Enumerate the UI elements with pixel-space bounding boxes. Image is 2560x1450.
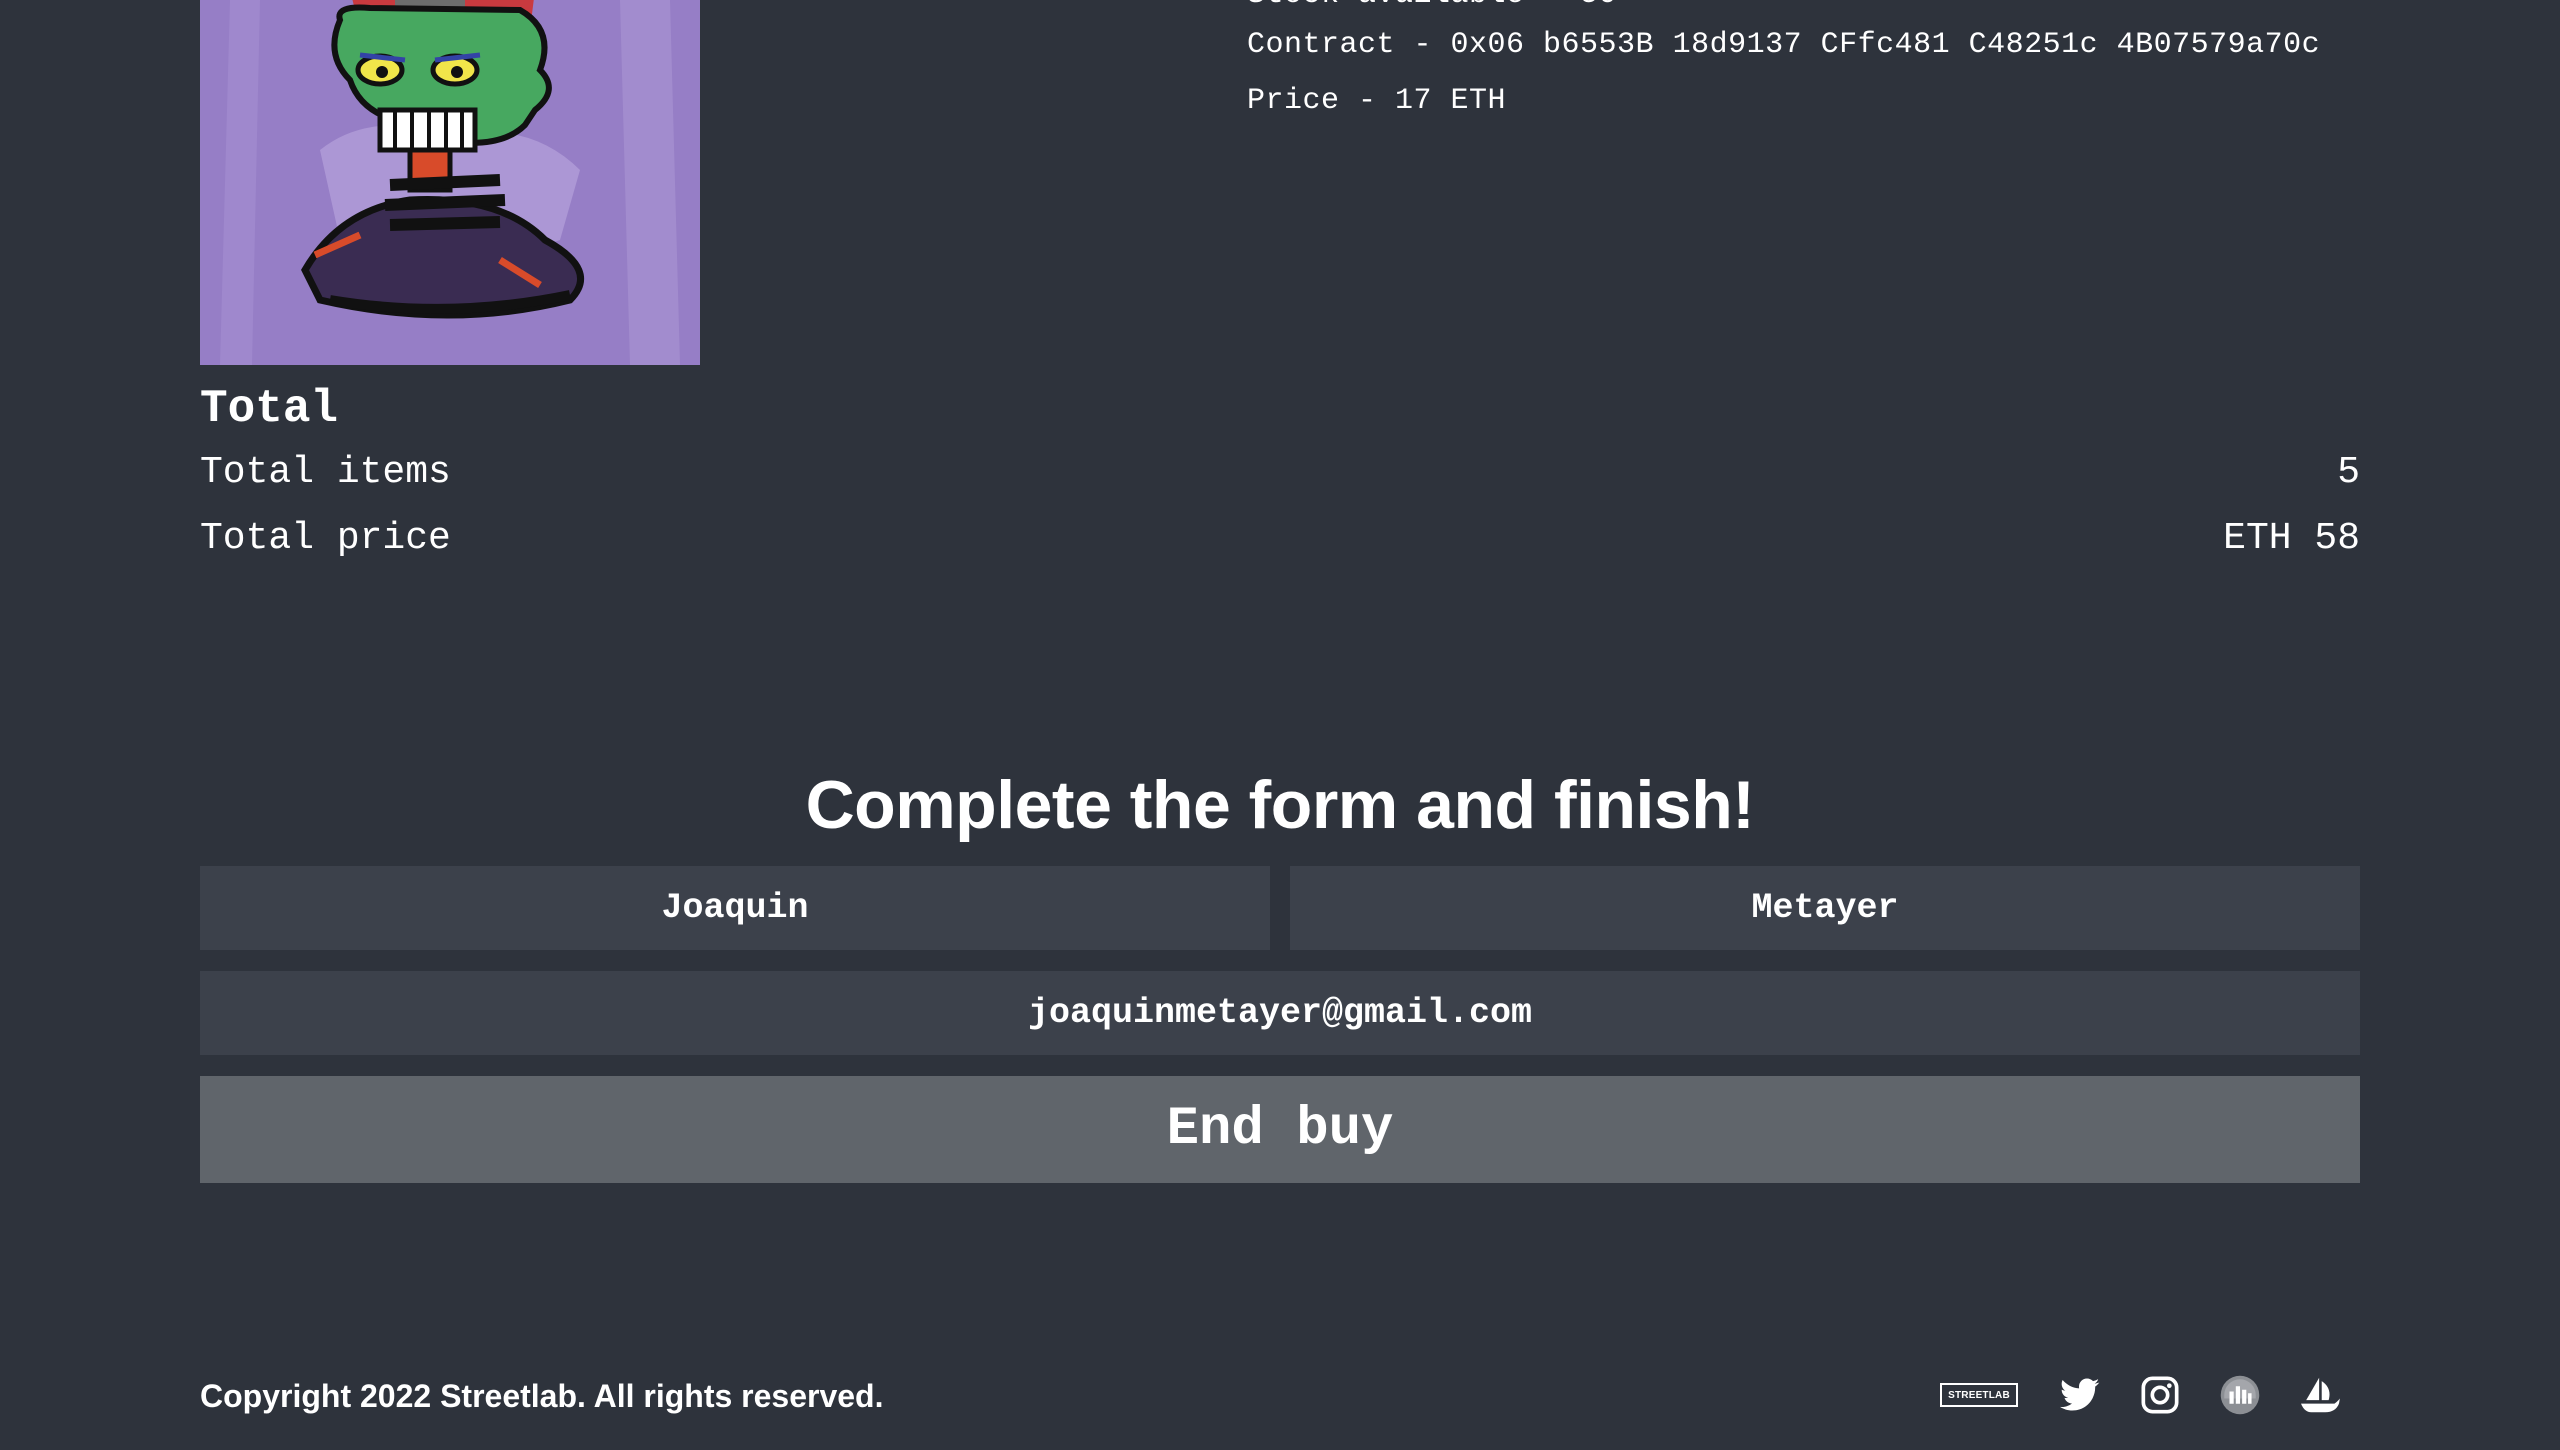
twitter-icon[interactable]: [2058, 1372, 2102, 1418]
stock-available-text: Stock available - 50: [1247, 0, 1617, 12]
copyright-text: Copyright 2022 Streetlab. All rights res…: [200, 1378, 884, 1414]
email-input[interactable]: [200, 971, 2360, 1055]
end-buy-button[interactable]: End buy: [200, 1076, 2360, 1183]
total-items-label: Total items: [200, 451, 451, 494]
totals-heading: Total: [200, 383, 339, 435]
first-name-input[interactable]: [200, 866, 1270, 950]
total-price-value: ETH 58: [2223, 517, 2360, 560]
opensea-icon[interactable]: [2298, 1372, 2342, 1418]
total-price-label: Total price: [200, 517, 451, 560]
totals-section: Total Total items 5 Total price ETH 58: [200, 378, 2360, 572]
rarible-icon[interactable]: [2218, 1372, 2262, 1418]
total-items-row: Total items 5: [200, 440, 2360, 506]
total-price-row: Total price ETH 58: [200, 506, 2360, 572]
zombie-artwork: [200, 0, 700, 365]
unit-price-text: Price - 17 ETH: [1247, 84, 1507, 118]
streetlab-logo-text: STREETLAB: [1940, 1383, 2018, 1407]
nft-artwork-image: [200, 0, 700, 365]
last-name-input[interactable]: [1290, 866, 2360, 950]
total-items-value: 5: [2337, 451, 2360, 494]
contract-address-text: Contract - 0x06 b6553B 18d9137 CFfc481 C…: [1247, 28, 2321, 62]
instagram-icon[interactable]: [2138, 1372, 2182, 1418]
streetlab-logo-icon[interactable]: STREETLAB: [1938, 1372, 2020, 1418]
form-heading: Complete the form and finish!: [805, 767, 1755, 843]
